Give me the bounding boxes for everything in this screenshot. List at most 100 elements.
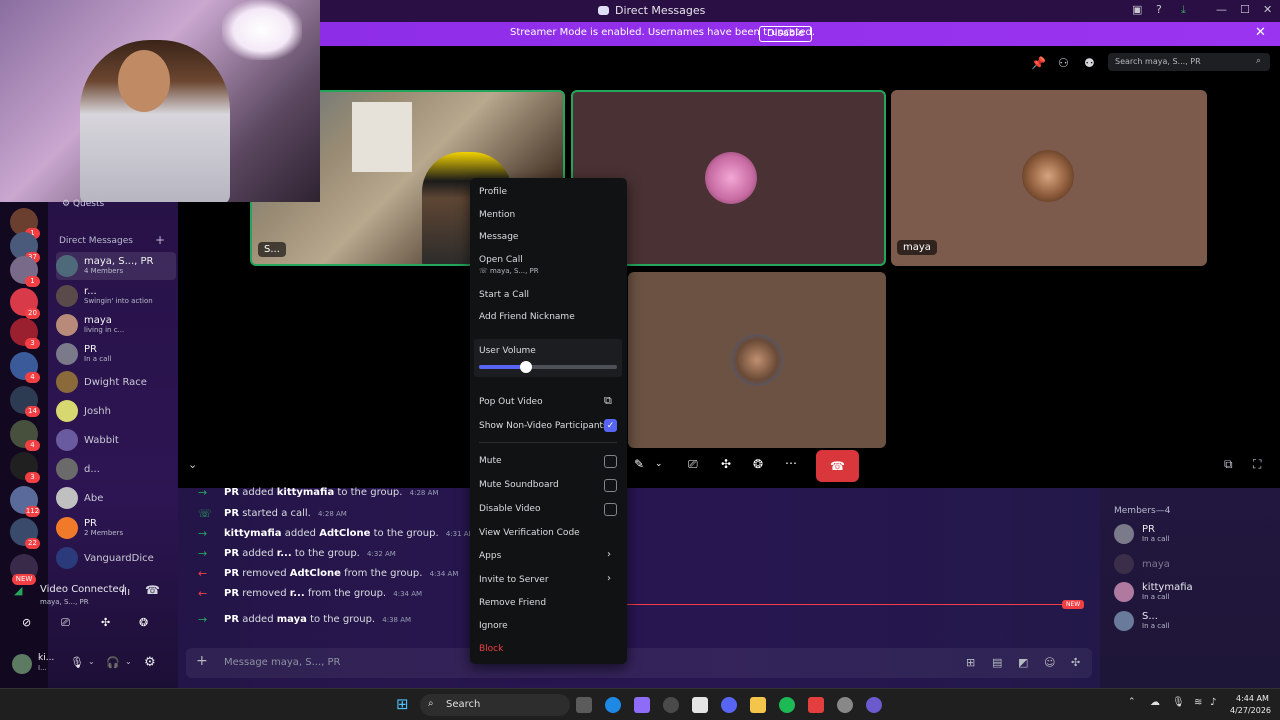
video-tile-3[interactable]: maya bbox=[891, 90, 1207, 266]
menu-item-invite-to-server[interactable]: Invite to Server bbox=[479, 575, 549, 585]
menu-item-pop-out-video[interactable]: Pop Out Video bbox=[479, 397, 543, 407]
message-target[interactable]: AdtClone bbox=[319, 528, 370, 539]
camera-off-icon[interactable]: ✎ bbox=[634, 457, 644, 471]
message-target[interactable]: AdtClone bbox=[290, 568, 341, 579]
soundboard-icon[interactable]: ❂ bbox=[139, 616, 148, 629]
add-attachment-icon[interactable]: + bbox=[196, 653, 208, 669]
camera-options-icon[interactable]: ⌄ bbox=[655, 459, 663, 469]
message-actor[interactable]: PR bbox=[224, 568, 239, 579]
menu-item-start-call[interactable]: Start a Call bbox=[479, 290, 529, 300]
app-icon[interactable] bbox=[663, 697, 679, 713]
dm-item[interactable]: Dwight Race bbox=[56, 368, 176, 396]
menu-item-verification-code[interactable]: View Verification Code bbox=[479, 528, 580, 538]
dm-item[interactable]: maya, S..., PR 4 Members bbox=[56, 252, 176, 280]
dm-item[interactable]: Abe bbox=[56, 484, 176, 512]
task-view-icon[interactable] bbox=[576, 697, 592, 713]
noise-suppression-icon[interactable]: ılı bbox=[121, 585, 130, 598]
gif-icon[interactable]: ▤ bbox=[992, 656, 1002, 669]
download-icon[interactable]: ⤓ bbox=[1181, 3, 1186, 17]
close-icon[interactable]: ✕ bbox=[1255, 25, 1266, 40]
video-tile-4[interactable] bbox=[628, 272, 886, 448]
menu-item-message[interactable]: Message bbox=[479, 232, 518, 242]
minimize-button[interactable]: — bbox=[1216, 3, 1227, 16]
menu-item-disable-video[interactable]: Disable Video bbox=[479, 504, 540, 514]
menu-item-remove-friend[interactable]: Remove Friend bbox=[479, 598, 546, 608]
store-icon[interactable] bbox=[692, 697, 708, 713]
microphone-icon[interactable]: 🎙 bbox=[1172, 697, 1185, 708]
tray-chevron-icon[interactable]: ⌃ bbox=[1128, 697, 1136, 707]
activities-icon[interactable]: ✣ bbox=[101, 616, 110, 629]
app-icon[interactable] bbox=[866, 697, 882, 713]
create-dm-icon[interactable]: + bbox=[155, 233, 165, 247]
volume-slider-handle[interactable] bbox=[519, 361, 532, 373]
menu-item-show-non-video[interactable]: Show Non-Video Participants bbox=[479, 421, 608, 431]
disconnect-icon[interactable]: ☎ bbox=[145, 583, 160, 597]
settings-gear-icon[interactable]: ⚙ bbox=[144, 655, 156, 670]
discord-taskbar-icon[interactable] bbox=[721, 697, 737, 713]
disable-streamer-button[interactable]: Disable bbox=[759, 26, 813, 42]
message-actor[interactable]: kittymafia bbox=[224, 528, 282, 539]
screen-share-icon[interactable]: ⎚ bbox=[688, 457, 698, 472]
volume-icon[interactable]: ♪ bbox=[1210, 697, 1216, 708]
file-explorer-icon[interactable] bbox=[750, 697, 766, 713]
headphones-icon[interactable]: 🎧 bbox=[106, 656, 120, 669]
camera-off-icon[interactable]: ⊘ bbox=[22, 616, 31, 629]
message-actor[interactable]: PR bbox=[224, 487, 239, 498]
pop-out-icon[interactable]: ⧉ bbox=[1224, 457, 1233, 472]
dm-item[interactable]: PR In a call bbox=[56, 340, 176, 368]
volume-track[interactable] bbox=[479, 361, 617, 373]
dm-item[interactable]: maya living in c... bbox=[56, 311, 176, 339]
menu-item-add-nickname[interactable]: Add Friend Nickname bbox=[479, 312, 575, 322]
dm-item[interactable]: d... bbox=[56, 455, 176, 483]
show-non-video-checkbox[interactable]: ✓ bbox=[604, 419, 617, 432]
username[interactable]: ki... bbox=[38, 653, 54, 663]
add-friends-icon[interactable]: ⚇ bbox=[1058, 56, 1069, 70]
gift-icon[interactable]: ⊞ bbox=[966, 656, 975, 669]
taskbar-search[interactable]: ⌕ Search bbox=[420, 694, 570, 716]
pin-icon[interactable]: 📌 bbox=[1031, 56, 1046, 70]
wifi-icon[interactable]: ≋ bbox=[1194, 697, 1202, 708]
mute-soundboard-checkbox[interactable] bbox=[604, 479, 617, 492]
disconnect-button[interactable]: ☎ bbox=[816, 450, 859, 482]
menu-item-ignore[interactable]: Ignore bbox=[479, 621, 508, 631]
clock-time[interactable]: 4:44 AM bbox=[1236, 694, 1269, 703]
dm-item[interactable]: Joshh bbox=[56, 397, 176, 425]
inbox-icon[interactable]: ▣ bbox=[1132, 3, 1142, 16]
menu-item-profile[interactable]: Profile bbox=[479, 187, 507, 197]
close-window-button[interactable]: ✕ bbox=[1263, 3, 1272, 16]
maximize-button[interactable]: ☐ bbox=[1240, 3, 1250, 16]
emoji-icon[interactable]: ☺ bbox=[1044, 656, 1055, 669]
microphone-icon[interactable]: 🎙 bbox=[70, 656, 84, 669]
dm-item[interactable]: PR 2 Members bbox=[56, 514, 176, 542]
windows-start-icon[interactable]: ⊞ bbox=[396, 695, 409, 713]
activities-icon[interactable]: ✣ bbox=[721, 457, 731, 471]
voice-channel[interactable]: maya, S..., PR bbox=[40, 598, 89, 606]
menu-item-mute-soundboard[interactable]: Mute Soundboard bbox=[479, 480, 559, 490]
edge-icon[interactable] bbox=[605, 697, 621, 713]
screen-share-icon[interactable]: ⎚ bbox=[61, 616, 70, 630]
message-target[interactable]: maya bbox=[277, 614, 307, 625]
message-actor[interactable]: PR bbox=[224, 614, 239, 625]
sticker-icon[interactable]: ◩ bbox=[1018, 656, 1028, 669]
dm-item[interactable]: Wabbit bbox=[56, 426, 176, 454]
menu-item-block[interactable]: Block bbox=[479, 644, 503, 654]
message-actor[interactable]: PR bbox=[224, 548, 239, 559]
help-icon[interactable]: ? bbox=[1156, 3, 1162, 16]
message-input[interactable]: + Message maya, S..., PR ⊞ ▤ ◩ ☺ ✣ bbox=[186, 648, 1092, 678]
menu-item-apps[interactable]: Apps bbox=[479, 551, 501, 561]
dm-item[interactable]: VanguardDice bbox=[56, 544, 176, 572]
disable-video-checkbox[interactable] bbox=[604, 503, 617, 516]
spotify-icon[interactable] bbox=[779, 697, 795, 713]
member-item[interactable]: kittymafia In a call bbox=[1114, 582, 1193, 602]
message-target[interactable]: r... bbox=[277, 548, 292, 559]
message-target[interactable]: kittymafia bbox=[277, 487, 335, 498]
fullscreen-icon[interactable]: ⛶ bbox=[1253, 457, 1261, 472]
member-item[interactable]: PR In a call bbox=[1114, 524, 1169, 544]
members-toggle-icon[interactable]: ⚉ bbox=[1084, 56, 1095, 70]
menu-item-mention[interactable]: Mention bbox=[479, 210, 515, 220]
mute-checkbox[interactable] bbox=[604, 455, 617, 468]
chevron-down-icon[interactable]: ⌄ bbox=[88, 657, 95, 666]
message-actor[interactable]: PR bbox=[224, 508, 239, 519]
search-input[interactable]: Search maya, S..., PR ⌕ bbox=[1108, 53, 1270, 71]
message-target[interactable]: r... bbox=[290, 588, 305, 599]
